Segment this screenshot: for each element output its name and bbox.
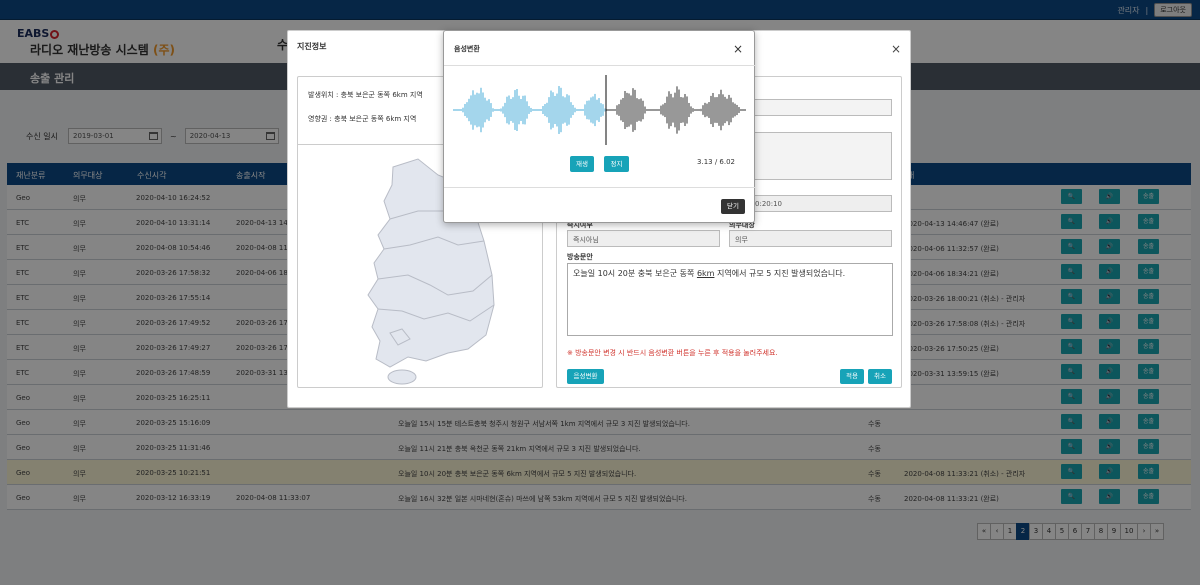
affected-area: 영향권 : 충북 보은군 동쪽 6km 지역 <box>308 115 417 123</box>
stop-button[interactable]: 정지 <box>604 156 629 172</box>
cancel-button[interactable]: 취소 <box>868 369 892 384</box>
voice-convert-button[interactable]: 음성변환 <box>567 369 604 384</box>
epicenter-location: 발생위치 : 충북 보은군 동쪽 6km 지역 <box>308 91 423 99</box>
voice-conversion-modal: 음성변환 × 재생 정지 3.13 / 6.02 닫기 <box>443 30 756 223</box>
epicenter-info: 발생위치 : 충북 보은군 동쪽 6km 지역 영향권 : 충북 보은군 동쪽 … <box>308 89 423 137</box>
immediate-field: 즉시아님 <box>567 230 720 247</box>
close-icon[interactable]: × <box>891 42 901 56</box>
audio-waveform[interactable] <box>453 75 747 145</box>
close-button[interactable]: 닫기 <box>721 199 745 214</box>
message-text-pre: 오늘일 10시 20분 충북 보은군 동쪽 <box>573 269 697 278</box>
divider <box>444 187 756 188</box>
message-text-post: 지역에서 규모 5 지진 발생되었습니다. <box>714 269 846 278</box>
play-button[interactable]: 재생 <box>570 156 594 172</box>
divider <box>444 65 756 66</box>
broadcast-message-textarea[interactable]: 오늘일 10시 20분 충북 보은군 동쪽 6km 지역에서 규모 5 지진 발… <box>567 263 893 336</box>
message-label: 방송문안 <box>567 253 593 261</box>
playback-time: 3.13 / 6.02 <box>697 158 735 166</box>
close-icon[interactable]: × <box>733 42 743 56</box>
obligation-field: 의무 <box>729 230 892 247</box>
voice-modal-title: 음성변환 <box>454 45 480 53</box>
apply-button[interactable]: 적용 <box>840 369 864 384</box>
conversion-warning: ※ 방송문안 변경 시 반드시 음성변환 버튼을 누른 후 적용을 눌러주세요. <box>567 349 778 357</box>
message-text-underlined: 6km <box>696 269 715 278</box>
earthquake-modal-title: 지진정보 <box>297 42 327 51</box>
